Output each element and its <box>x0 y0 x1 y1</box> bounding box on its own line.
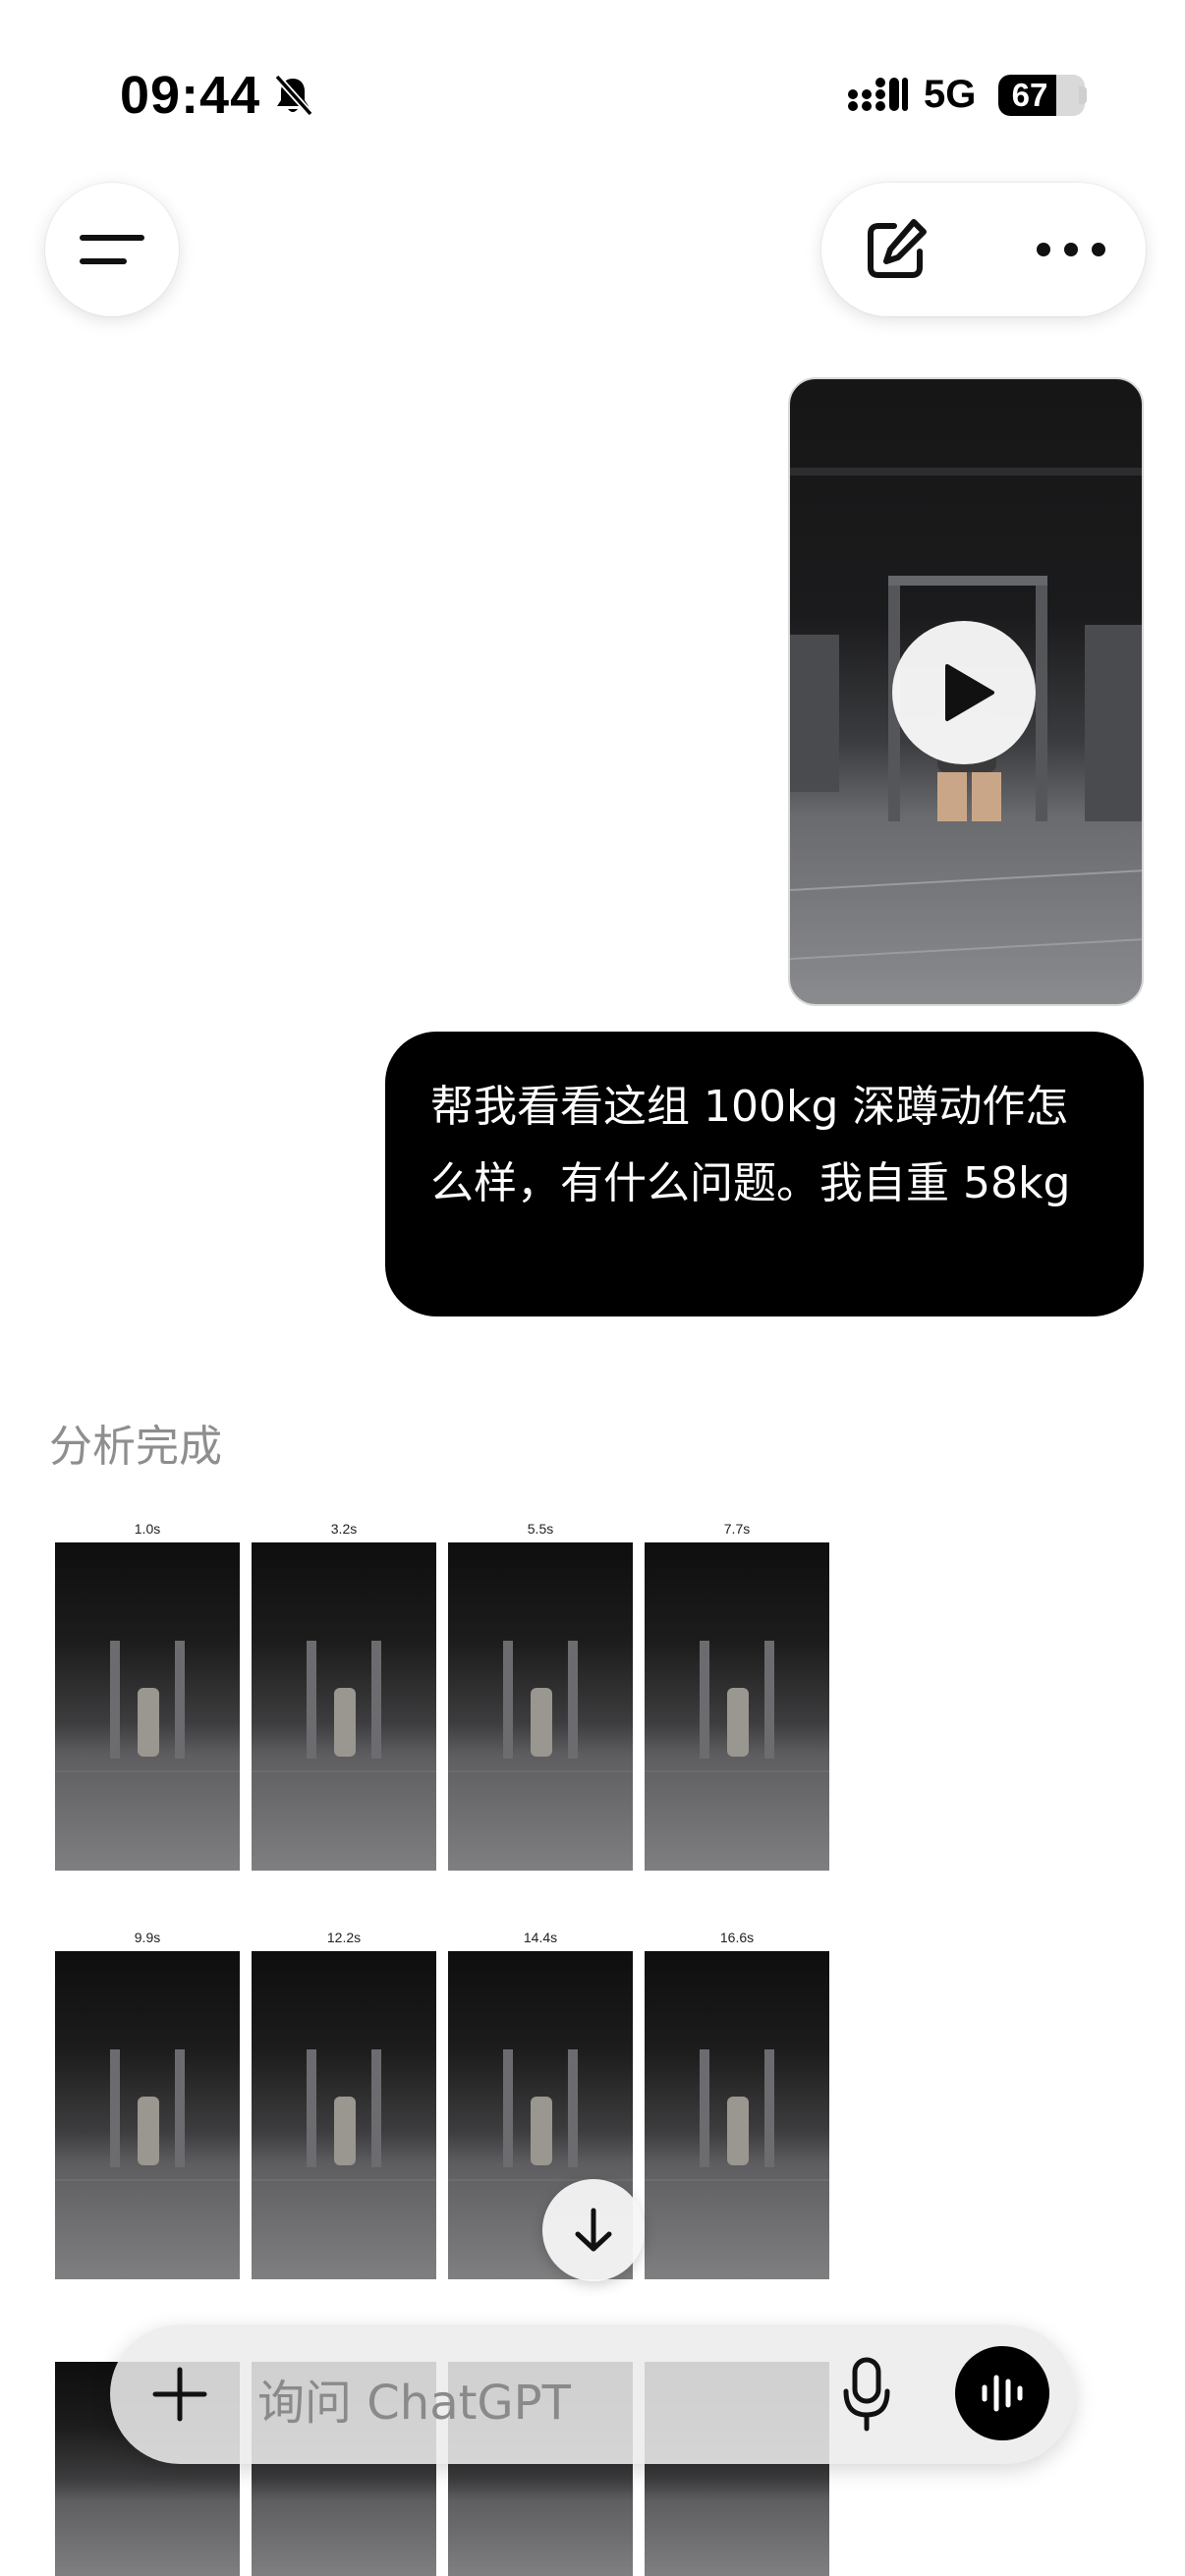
rack-post <box>503 1641 513 1759</box>
rack-post <box>110 1641 120 1759</box>
video-frame-thumbnail[interactable] <box>645 1951 829 2279</box>
rack-post <box>700 1641 709 1759</box>
rack-post <box>371 2049 381 2167</box>
message-input[interactable]: 询问 ChatGPT <box>257 2364 571 2433</box>
lifter-figure <box>531 1688 552 1757</box>
silent-bell-icon <box>274 74 313 117</box>
rack-post <box>764 2049 774 2167</box>
video-frame-thumbnail[interactable] <box>252 1951 436 2279</box>
rack-post <box>110 2049 120 2167</box>
scroll-to-bottom-button[interactable] <box>542 2179 645 2281</box>
video-frame-thumbnail[interactable] <box>55 1951 240 2279</box>
floor-line <box>55 1770 240 1772</box>
battery-indicator: 67 <box>998 75 1085 116</box>
video-frame-thumbnail[interactable] <box>252 1542 436 1871</box>
status-bar: 09:44 5G 67 <box>0 0 1185 167</box>
lifter-figure <box>138 2097 159 2165</box>
floor-line <box>252 2179 436 2181</box>
ellipsis-icon[interactable] <box>1034 238 1108 261</box>
lifter-figure <box>531 2097 552 2165</box>
floor-line <box>645 1770 829 1772</box>
floor-line <box>448 1770 633 1772</box>
rack-post <box>764 1641 774 1759</box>
microphone-icon[interactable] <box>841 2356 892 2433</box>
rack-post <box>307 1641 316 1759</box>
rack-post <box>175 2049 185 2167</box>
header-actions <box>821 183 1146 316</box>
user-message-bubble: 帮我看看这组 100kg 深蹲动作怎么样，有什么问题。我自重 58kg <box>385 1032 1144 1316</box>
lifter-figure <box>727 1688 749 1757</box>
frame-time-label: 9.9s <box>134 1930 161 1945</box>
hamburger-icon <box>80 235 144 264</box>
rack-post <box>568 1641 578 1759</box>
lifter-figure <box>334 2097 356 2165</box>
rack-post <box>700 2049 709 2167</box>
edit-icon[interactable] <box>861 214 931 285</box>
floor-line <box>252 1770 436 1772</box>
video-frame-thumbnail[interactable] <box>55 1542 240 1871</box>
play-icon <box>945 664 994 721</box>
analysis-status: 分析完成 <box>49 1422 222 1472</box>
user-message-text: 帮我看看这组 100kg 深蹲动作怎么样，有什么问题。我自重 58kg <box>430 1082 1071 1208</box>
voice-mode-icon <box>982 2375 1023 2412</box>
video-frame-thumbnail[interactable] <box>645 1542 829 1871</box>
frame-time-label: 7.7s <box>723 1521 751 1537</box>
arrow-down-icon <box>575 2208 612 2252</box>
floor-line <box>645 2179 829 2181</box>
frame-time-label: 3.2s <box>330 1521 358 1537</box>
network-type: 5G <box>924 73 977 116</box>
battery-level: 67 <box>1011 77 1048 113</box>
video-frame-thumbnail[interactable] <box>448 1542 633 1871</box>
rack-post <box>307 2049 316 2167</box>
composer-bar <box>110 2324 1075 2464</box>
rack-post <box>568 2049 578 2167</box>
plus-icon[interactable] <box>151 2366 208 2423</box>
rack-post <box>503 2049 513 2167</box>
status-time: 09:44 <box>120 66 261 125</box>
frame-time-label: 1.0s <box>134 1521 161 1537</box>
lifter-figure <box>138 1688 159 1757</box>
cellular-signal-icon <box>848 78 908 111</box>
frame-time-label: 16.6s <box>719 1930 755 1945</box>
floor-line <box>55 2179 240 2181</box>
play-button[interactable] <box>892 621 1036 764</box>
frame-time-label: 5.5s <box>527 1521 554 1537</box>
rack-post <box>371 1641 381 1759</box>
frame-time-label: 12.2s <box>326 1930 362 1945</box>
voice-mode-button[interactable] <box>955 2346 1049 2440</box>
lifter-figure <box>334 1688 356 1757</box>
lifter-figure <box>727 2097 749 2165</box>
rack-post <box>175 1641 185 1759</box>
frame-time-label: 14.4s <box>523 1930 558 1945</box>
sidebar-menu-button[interactable] <box>45 183 179 316</box>
battery-tip <box>1079 86 1087 104</box>
